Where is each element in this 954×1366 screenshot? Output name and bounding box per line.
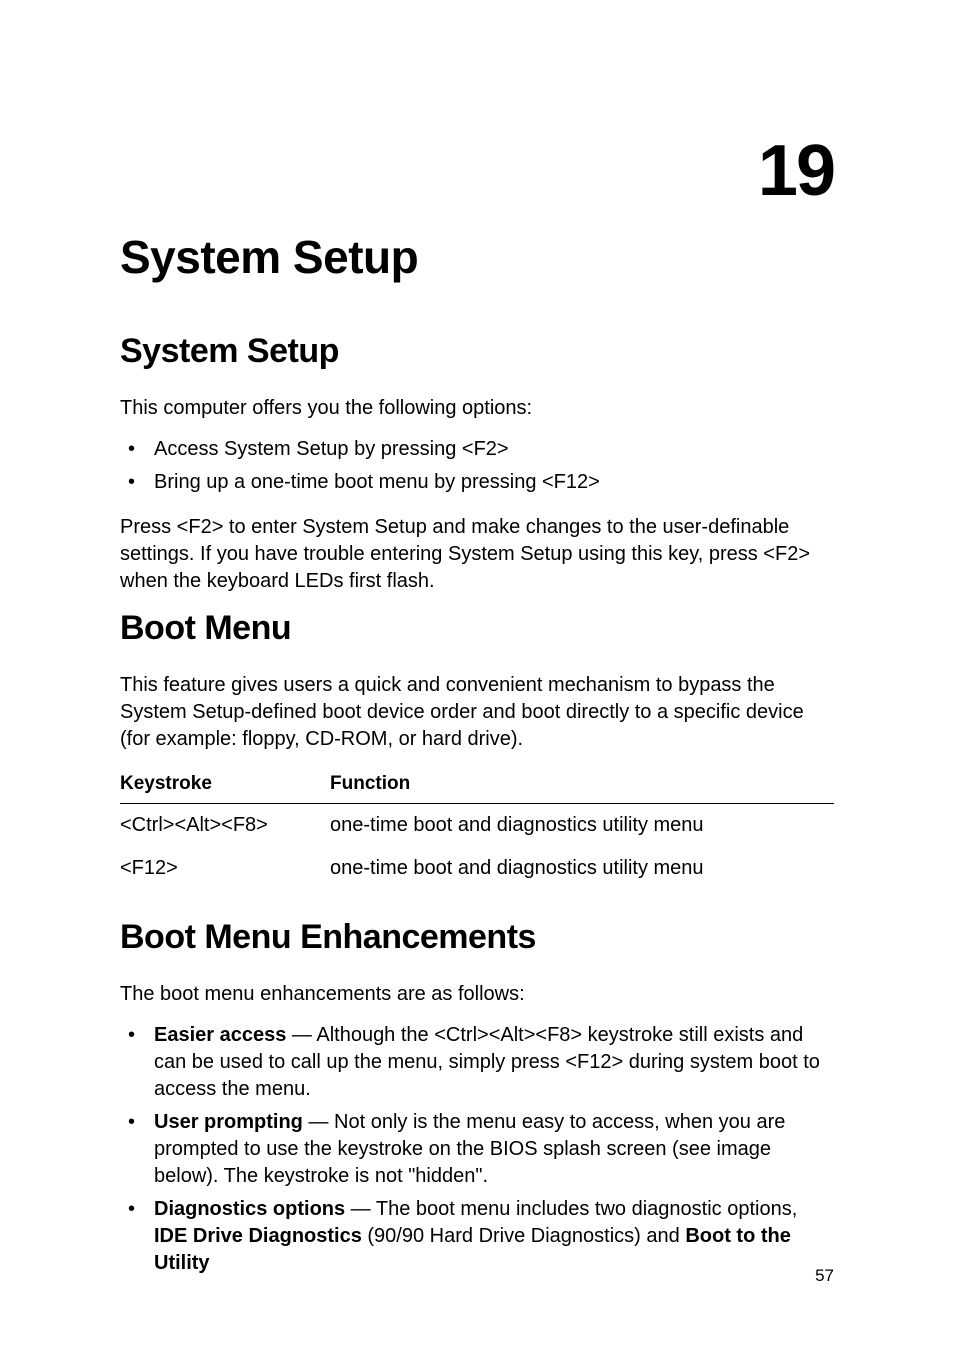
section3-bullets: Easier access — Although the <Ctrl><Alt>… <box>120 1022 834 1277</box>
section1-intro: This computer offers you the following o… <box>120 395 834 422</box>
section-heading-system-setup: System Setup <box>120 332 834 371</box>
lead-bold: Easier access <box>154 1024 286 1046</box>
list-item: Diagnostics options — The boot menu incl… <box>120 1196 834 1277</box>
page-number: 57 <box>815 1266 834 1286</box>
section-heading-boot-menu: Boot Menu <box>120 609 834 648</box>
keystroke-table: Keystroke Function <Ctrl><Alt><F8> one-t… <box>120 767 834 890</box>
list-item: User prompting — Not only is the menu ea… <box>120 1109 834 1190</box>
section3-intro: The boot menu enhancements are as follow… <box>120 981 834 1008</box>
lead-bold: User prompting <box>154 1111 303 1133</box>
section-heading-boot-menu-enhancements: Boot Menu Enhancements <box>120 918 834 957</box>
cell-function: one-time boot and diagnostics utility me… <box>330 847 834 890</box>
table-header-function: Function <box>330 767 834 804</box>
list-item: Bring up a one-time boot menu by pressin… <box>120 469 834 496</box>
document-page: 19 System Setup System Setup This comput… <box>0 0 954 1355</box>
cell-keystroke: <Ctrl><Alt><F8> <box>120 804 330 848</box>
bold-inline: IDE Drive Diagnostics <box>154 1225 362 1247</box>
lead-rest-prefix: — The boot menu includes two diagnostic … <box>345 1198 797 1220</box>
list-item: Easier access — Although the <Ctrl><Alt>… <box>120 1022 834 1103</box>
table-header-keystroke: Keystroke <box>120 767 330 804</box>
page-title: System Setup <box>120 230 834 284</box>
mid-text: (90/90 Hard Drive Diagnostics) and <box>362 1225 685 1247</box>
section1-after: Press <F2> to enter System Setup and mak… <box>120 514 834 595</box>
cell-keystroke: <F12> <box>120 847 330 890</box>
lead-bold: Diagnostics options <box>154 1198 345 1220</box>
section2-intro: This feature gives users a quick and con… <box>120 672 834 753</box>
table-row: <F12> one-time boot and diagnostics util… <box>120 847 834 890</box>
cell-function: one-time boot and diagnostics utility me… <box>330 804 834 848</box>
table-row: <Ctrl><Alt><F8> one-time boot and diagno… <box>120 804 834 848</box>
chapter-number: 19 <box>120 130 834 212</box>
list-item: Access System Setup by pressing <F2> <box>120 436 834 463</box>
section1-bullets: Access System Setup by pressing <F2> Bri… <box>120 436 834 496</box>
